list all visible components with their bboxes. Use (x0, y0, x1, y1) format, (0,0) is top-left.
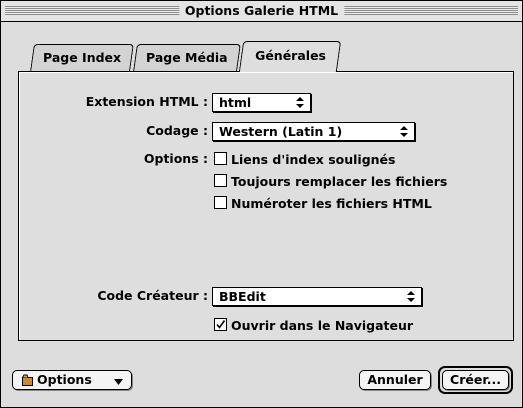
cancel-button[interactable]: Annuler (359, 370, 431, 390)
options-label: Options : (143, 151, 208, 166)
cancel-button-label: Annuler (367, 372, 423, 387)
option-always-replace-files[interactable]: Toujours remplacer les fichiers (214, 174, 447, 189)
create-button-label: Créer... (450, 372, 501, 387)
option-label: Liens d'index soulignés (231, 152, 396, 167)
encoding-label: Codage : (146, 123, 208, 138)
extension-value: html (219, 95, 252, 110)
tab-page-index[interactable]: Page Index (30, 44, 134, 71)
encoding-value: Western (Latin 1) (219, 124, 343, 139)
encoding-popup[interactable]: Western (Latin 1) (212, 122, 415, 141)
checkbox[interactable] (214, 196, 227, 209)
popup-arrows-icon (296, 97, 304, 108)
tab-page-media[interactable]: Page Média (133, 44, 241, 71)
options-button-label: Options (37, 372, 92, 387)
checkmark-icon (216, 320, 226, 329)
chevron-down-icon (114, 379, 123, 385)
folder-icon (22, 374, 33, 386)
creator-code-value: BBEdit (219, 289, 266, 304)
tab-page-media-label: Page Média (146, 50, 228, 65)
option-label: Toujours remplacer les fichiers (231, 174, 448, 189)
checkbox-checked[interactable] (214, 318, 227, 331)
window-title: Options Galerie HTML (178, 2, 345, 20)
creator-code-popup[interactable]: BBEdit (212, 287, 422, 306)
creator-code-label: Code Créateur : (97, 288, 208, 303)
options-menu-button[interactable]: Options (12, 370, 132, 390)
tab-panel-generales: Extension HTML : html Codage : Western (… (18, 71, 514, 341)
open-in-browser-option[interactable]: Ouvrir dans le Navigateur (214, 318, 413, 333)
tab-generales[interactable]: Générales (238, 41, 342, 72)
dialog-window: Options Galerie HTML Page Index Page Méd… (0, 0, 523, 408)
option-number-html-files[interactable]: Numéroter les fichiers HTML (214, 196, 432, 211)
create-button[interactable]: Créer... (442, 370, 509, 390)
checkbox[interactable] (214, 174, 227, 187)
checkbox[interactable] (214, 152, 227, 165)
option-underlined-links[interactable]: Liens d'index soulignés (214, 152, 395, 167)
popup-arrows-icon (400, 126, 408, 137)
open-in-browser-label: Ouvrir dans le Navigateur (231, 318, 414, 333)
option-label: Numéroter les fichiers HTML (231, 196, 432, 211)
title-bar[interactable]: Options Galerie HTML (1, 1, 522, 22)
popup-arrows-icon (407, 291, 415, 302)
extension-popup[interactable]: html (212, 93, 311, 112)
tab-generales-label: Générales (254, 48, 326, 63)
extension-label: Extension HTML : (85, 94, 208, 109)
tab-page-index-label: Page Index (42, 50, 122, 65)
